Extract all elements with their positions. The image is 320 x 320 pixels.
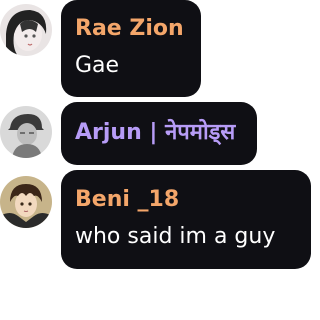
user-avatar[interactable] bbox=[0, 176, 52, 228]
author-name[interactable]: Arjun | नेपमोड्स bbox=[75, 120, 243, 146]
user-avatar-grayscale-icon bbox=[0, 106, 52, 158]
author-name[interactable]: Beni _18 bbox=[75, 187, 297, 213]
message-bubble: Rae Zion Gae bbox=[61, 0, 201, 97]
chat-message: Arjun | नेपमोड्स bbox=[0, 102, 311, 166]
user-avatar-anime-icon bbox=[0, 176, 52, 228]
message-text: who said im a guy bbox=[75, 224, 276, 249]
user-avatar[interactable] bbox=[0, 106, 52, 158]
chat-message: Rae Zion Gae bbox=[0, 0, 311, 98]
message-bubble: Arjun | नेपमोड्स bbox=[61, 102, 257, 165]
user-avatar-dark-hair-icon bbox=[0, 4, 52, 56]
message-bubble: Beni _18 who said im a guy bbox=[61, 170, 311, 269]
user-avatar[interactable] bbox=[0, 4, 52, 56]
message-text: Gae bbox=[75, 53, 120, 78]
chat-log: Rae Zion Gae Arjun | नेपमोड्स Beni _18 w… bbox=[0, 0, 311, 320]
author-name[interactable]: Rae Zion bbox=[75, 16, 187, 42]
chat-message: Beni _18 who said im a guy bbox=[0, 170, 311, 270]
